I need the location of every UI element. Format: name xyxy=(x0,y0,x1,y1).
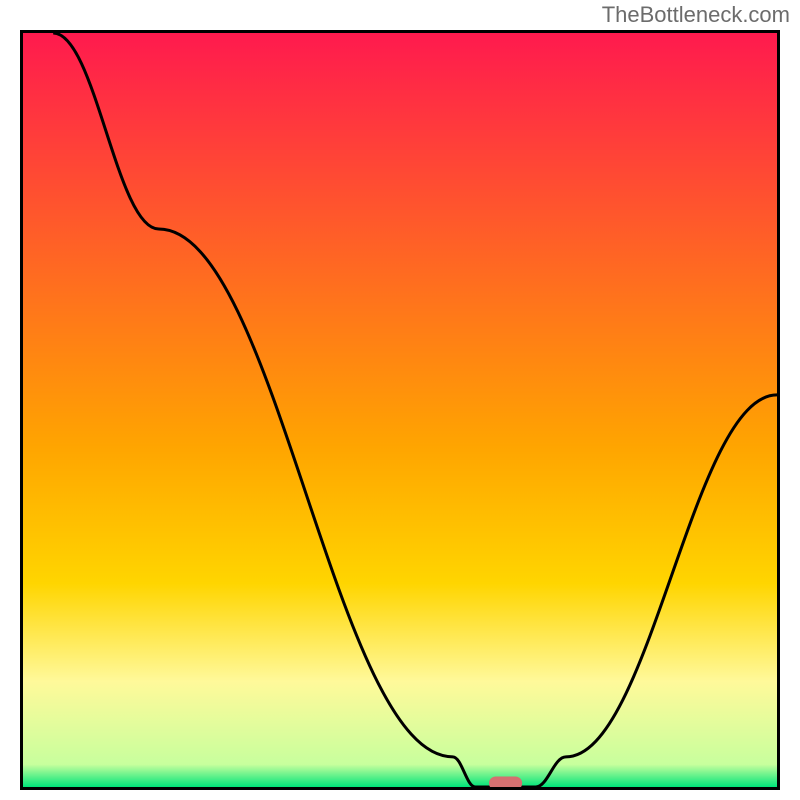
optimal-marker xyxy=(489,776,522,787)
gradient-background xyxy=(23,33,777,787)
chart-frame: TheBottleneck.com xyxy=(0,0,800,800)
watermark-text: TheBottleneck.com xyxy=(602,2,790,28)
plot-svg xyxy=(23,33,777,787)
plot-area xyxy=(20,30,780,790)
